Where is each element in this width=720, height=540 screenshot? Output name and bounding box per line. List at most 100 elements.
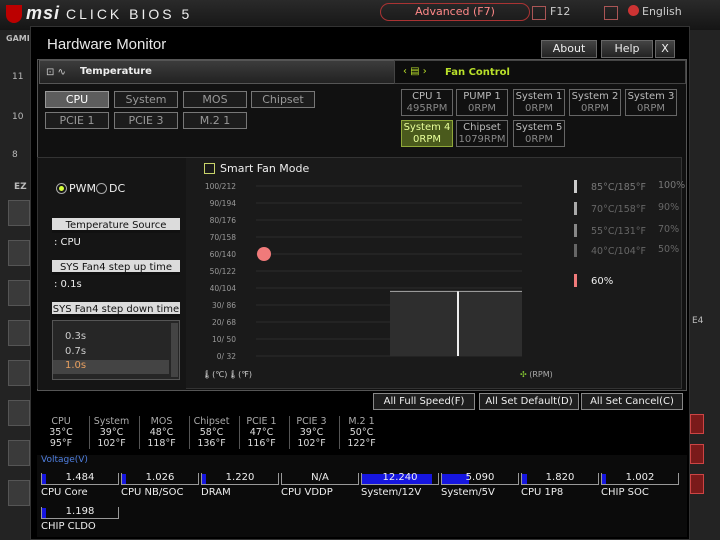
rule-row[interactable]: 40°C/104°F 50% bbox=[574, 244, 679, 257]
all-full-speed-button[interactable]: All Full Speed(F) bbox=[373, 393, 475, 410]
temp-tab-mos[interactable]: MOS bbox=[183, 91, 247, 108]
search-icon[interactable] bbox=[604, 6, 618, 20]
fan-tab-cpu1[interactable]: CPU 1 495RPM bbox=[401, 89, 453, 116]
all-set-default-button[interactable]: All Set Default(D) bbox=[479, 393, 579, 410]
fan-tab-system4[interactable]: System 4 0RPM bbox=[401, 120, 453, 147]
ez-tile[interactable] bbox=[8, 440, 30, 466]
sensor-fahrenheit: 118°F bbox=[147, 438, 176, 449]
fan-name: PUMP 1 bbox=[463, 91, 501, 102]
thermometer-icon: ⊡ ∿ bbox=[46, 67, 66, 78]
rule-bar bbox=[574, 244, 577, 257]
sensor-fahrenheit: 102°F bbox=[297, 438, 326, 449]
step-down-list[interactable]: 0.3s 0.7s 1.0s bbox=[52, 320, 180, 380]
list-scrollbar[interactable] bbox=[171, 323, 178, 377]
fan-tab-system2[interactable]: System 2 0RPM bbox=[569, 89, 621, 116]
fan-tab-pump1[interactable]: PUMP 1 0RPM bbox=[456, 89, 508, 116]
ez-tile[interactable] bbox=[8, 240, 30, 266]
pwm-radio[interactable]: PWM bbox=[56, 182, 96, 195]
ez-tile[interactable] bbox=[8, 320, 30, 346]
voltage-bar: 1.198 bbox=[41, 506, 119, 519]
sensor-fahrenheit: 116°F bbox=[247, 438, 276, 449]
list-item[interactable]: 0.7s bbox=[65, 346, 86, 357]
all-set-cancel-button[interactable]: All Set Cancel(C) bbox=[581, 393, 683, 410]
fan-rpm: 0RPM bbox=[637, 103, 665, 114]
voltage-bar: N/A bbox=[281, 472, 359, 485]
fan-curve-svg[interactable]: 100/212700090/194630080/176560070/158490… bbox=[194, 158, 554, 390]
y-left-tick: 90/194 bbox=[210, 199, 237, 208]
temp-source-value[interactable]: : CPU bbox=[54, 237, 81, 248]
language-selector[interactable]: English bbox=[628, 5, 682, 18]
radio-selected-icon bbox=[56, 183, 67, 194]
voltage-value: 1.820 bbox=[545, 472, 575, 483]
sensor-fahrenheit: 95°F bbox=[49, 438, 73, 449]
fan-tab-system5[interactable]: System 5 0RPM bbox=[513, 120, 565, 147]
advanced-mode-button[interactable]: Advanced (F7) bbox=[380, 3, 530, 21]
rule-pct: 50% bbox=[658, 244, 680, 255]
fan-name: Chipset bbox=[463, 122, 501, 133]
rule-pct: 100% bbox=[658, 180, 686, 191]
temp-tab-m2-1[interactable]: M.2 1 bbox=[183, 112, 247, 129]
list-item[interactable]: 0.3s bbox=[65, 331, 86, 342]
sensor-name: Chipset bbox=[193, 416, 230, 427]
fan-name: System 1 bbox=[515, 91, 563, 102]
step-up-value[interactable]: : 0.1s bbox=[54, 279, 82, 290]
rule-temp: 70°C/158°F bbox=[591, 204, 647, 215]
f12-label[interactable]: F12 bbox=[550, 5, 570, 18]
unit-fahrenheit: 🌡(℉) bbox=[228, 370, 252, 379]
sensor-cpu: CPU 35°C 95°F bbox=[39, 416, 83, 449]
list-item-selected[interactable]: 1.0s bbox=[53, 360, 169, 374]
voltage-name: System/12V bbox=[361, 487, 422, 498]
right-toggle[interactable] bbox=[690, 414, 704, 434]
side-number: 8 bbox=[12, 150, 18, 160]
ez-tile[interactable] bbox=[8, 200, 30, 226]
fan-tab-system1[interactable]: System 1 0RPM bbox=[513, 89, 565, 116]
sensor-name: MOS bbox=[150, 416, 173, 427]
right-label: E4 bbox=[692, 316, 704, 326]
voltage-bar: 1.026 bbox=[121, 472, 199, 485]
dc-radio[interactable]: DC bbox=[96, 182, 125, 195]
temp-tab-pcie1[interactable]: PCIE 1 bbox=[45, 112, 109, 129]
sensor-pcie-3: PCIE 3 39°C 102°F bbox=[289, 416, 333, 449]
fan-rpm: 495RPM bbox=[406, 103, 448, 114]
y-left-tick: 50/122 bbox=[210, 267, 237, 276]
about-button[interactable]: About bbox=[541, 40, 597, 58]
fan-control-area: PWM DC Temperature Source : CPU SYS Fan4… bbox=[37, 157, 685, 390]
ez-tile[interactable] bbox=[8, 480, 30, 506]
right-toggle[interactable] bbox=[690, 444, 704, 464]
language-label: English bbox=[642, 5, 682, 18]
fan-icon: ✣ bbox=[520, 370, 527, 379]
right-toggle[interactable] bbox=[690, 474, 704, 494]
rule-row[interactable]: 55°C/131°F 70% bbox=[574, 224, 679, 237]
rule-row[interactable]: 85°C/185°F 100% bbox=[574, 180, 685, 193]
fan-control-title: Fan Control bbox=[445, 67, 510, 78]
ez-tile[interactable] bbox=[8, 400, 30, 426]
fan-tab-chipset[interactable]: Chipset 1079RPM bbox=[456, 120, 508, 147]
dc-label: DC bbox=[109, 182, 126, 195]
voltage-bar: 1.820 bbox=[521, 472, 599, 485]
fan-rpm: 0RPM bbox=[468, 103, 496, 114]
fan-rpm: 0RPM bbox=[525, 103, 553, 114]
y-left-tick: 100/212 bbox=[205, 182, 236, 191]
fan-control-header: ‹ ▤ › Fan Control bbox=[394, 60, 686, 84]
current-fan-pct: 60% bbox=[574, 274, 613, 287]
close-button[interactable]: X bbox=[655, 40, 675, 58]
sensor-mos: MOS 48°C 118°F bbox=[139, 416, 183, 449]
screenshot-icon[interactable] bbox=[532, 6, 546, 20]
y-left-tick: 20/ 68 bbox=[212, 318, 236, 327]
fan-curve-graph[interactable]: Smart Fan Mode 100/212700090/194630080/1… bbox=[194, 158, 554, 390]
temp-tab-pcie3[interactable]: PCIE 3 bbox=[114, 112, 178, 129]
temp-tab-cpu[interactable]: CPU bbox=[45, 91, 109, 108]
ez-tile[interactable] bbox=[8, 280, 30, 306]
sensor-celsius: 39°C bbox=[99, 427, 124, 438]
help-button[interactable]: Help bbox=[601, 40, 653, 58]
window-title: Hardware Monitor bbox=[47, 36, 167, 53]
temp-tab-chipset[interactable]: Chipset bbox=[251, 91, 315, 108]
temp-tab-system[interactable]: System bbox=[114, 91, 178, 108]
thermometer-icon: 🌡 bbox=[228, 370, 239, 379]
ez-tile[interactable] bbox=[8, 360, 30, 386]
fan-curve-point[interactable] bbox=[257, 247, 271, 261]
rule-row[interactable]: 70°C/158°F 90% bbox=[574, 202, 679, 215]
msi-shield-icon bbox=[6, 5, 22, 24]
sensor-name: CPU bbox=[51, 416, 71, 427]
fan-tab-system3[interactable]: System 3 0RPM bbox=[625, 89, 677, 116]
